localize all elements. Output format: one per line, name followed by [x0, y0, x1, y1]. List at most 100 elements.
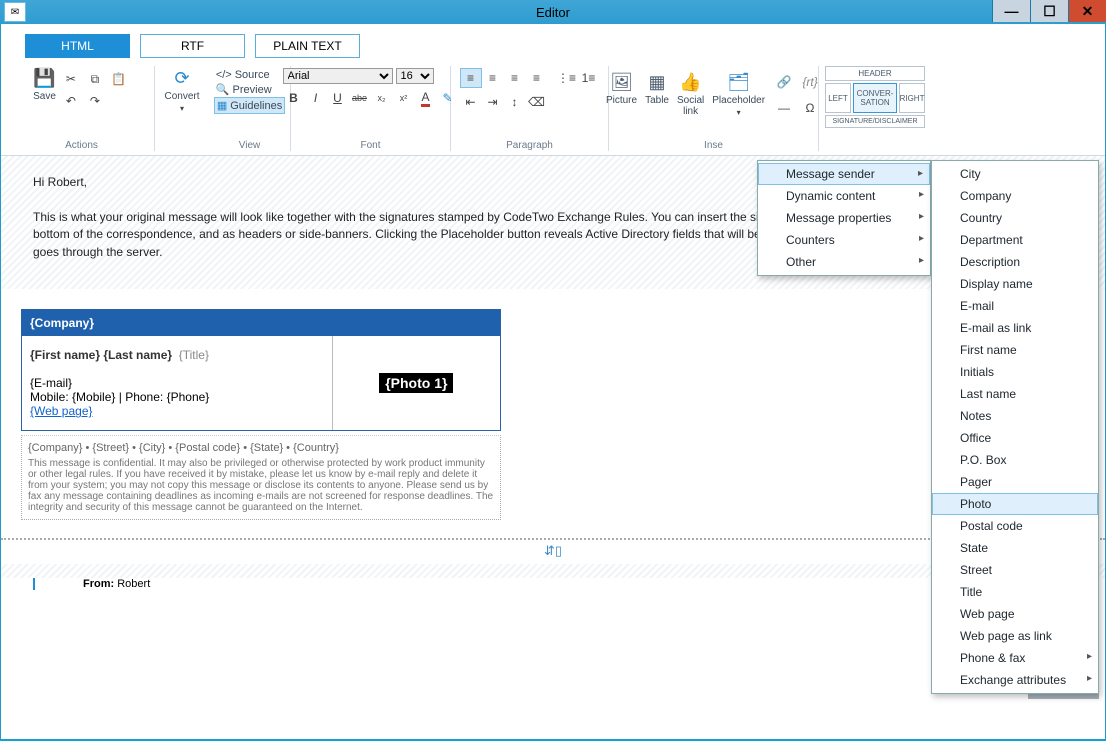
number-list-button[interactable]: 1≡	[578, 68, 600, 88]
menu-item-exchange-attributes[interactable]: Exchange attributes	[932, 669, 1098, 691]
tab-rtf[interactable]: RTF	[140, 34, 245, 58]
menu-item-last-name[interactable]: Last name	[932, 383, 1098, 405]
sig-disclaimer: This message is confidential. It may als…	[28, 458, 494, 513]
align-left-button[interactable]: ≡	[460, 68, 482, 88]
copy-button[interactable]: ⧉	[84, 69, 106, 89]
table-button[interactable]: ▦Table	[645, 70, 669, 106]
window-title: Editor	[536, 5, 570, 20]
layout-right[interactable]: RIGHT	[899, 83, 925, 113]
italic-button[interactable]: I	[305, 88, 327, 108]
format-tabs: HTML RTF PLAIN TEXT	[1, 24, 1105, 66]
menu-item-e-mail-as-link[interactable]: E-mail as link	[932, 317, 1098, 339]
menu-item-state[interactable]: State	[932, 537, 1098, 559]
menu-item-message-properties[interactable]: Message properties	[758, 207, 930, 229]
source-button[interactable]: </>Source	[214, 68, 272, 82]
group-label-paragraph: Paragraph	[506, 138, 553, 151]
menu-item-initials[interactable]: Initials	[932, 361, 1098, 383]
preview-button[interactable]: 🔍Preview	[214, 82, 274, 97]
menu-item-country[interactable]: Country	[932, 207, 1098, 229]
sig-last-name: {Last name}	[103, 348, 172, 362]
menu-item-web-page-as-link[interactable]: Web page as link	[932, 625, 1098, 647]
menu-item-first-name[interactable]: First name	[932, 339, 1098, 361]
superscript-button[interactable]: x²	[393, 88, 415, 108]
menu-item-phone-fax[interactable]: Phone & fax	[932, 647, 1098, 669]
menu-item-postal-code[interactable]: Postal code	[932, 515, 1098, 537]
menu-item-message-sender[interactable]: Message sender	[758, 163, 930, 185]
ribbon: 💾Save ✂ ⧉ 📋 ↶ ↷ Actions ⟳Convert▾	[1, 66, 1105, 156]
indent-button[interactable]: ⇥	[482, 92, 504, 112]
rt-placeholder-icon[interactable]: {rt}	[799, 72, 821, 92]
paste-button[interactable]: 📋	[108, 69, 130, 89]
close-button[interactable]: ✕	[1068, 0, 1106, 22]
redo-button[interactable]: ↷	[84, 91, 106, 111]
clear-format-button[interactable]: ⌫	[526, 92, 548, 112]
placeholder-button[interactable]: 🗂Placeholder▾	[712, 70, 765, 117]
menu-item-department[interactable]: Department	[932, 229, 1098, 251]
menu-item-title[interactable]: Title	[932, 581, 1098, 603]
menu-item-description[interactable]: Description	[932, 251, 1098, 273]
menu-item-p-o-box[interactable]: P.O. Box	[932, 449, 1098, 471]
window-controls: — ☐ ✕	[992, 0, 1106, 22]
bullet-list-button[interactable]: ⋮≡	[556, 68, 578, 88]
save-button[interactable]: 💾Save	[33, 66, 56, 102]
tab-html[interactable]: HTML	[25, 34, 130, 58]
link-icon[interactable]: 🔗	[773, 72, 795, 92]
message-sender-submenu[interactable]: CityCompanyCountryDepartmentDescriptionD…	[931, 160, 1099, 694]
sig-email: {E-mail}	[30, 376, 324, 390]
underline-button[interactable]: U	[327, 88, 349, 108]
line-spacing-button[interactable]: ↕	[504, 92, 526, 112]
hr-button[interactable]: —	[773, 98, 795, 118]
layout-signature[interactable]: SIGNATURE/DISCLAIMER	[825, 115, 925, 128]
font-size-select[interactable]: 16	[396, 68, 434, 84]
group-label-actions: Actions	[65, 138, 98, 151]
convert-button[interactable]: ⟳Convert▾	[164, 66, 199, 113]
signature-company: {Company}	[22, 310, 500, 336]
signature-footer: {Company} • {Street} • {City} • {Postal …	[21, 435, 501, 520]
layout-header[interactable]: HEADER	[825, 66, 925, 81]
placeholder-menu[interactable]: Message senderDynamic contentMessage pro…	[757, 160, 931, 276]
title-bar: ✉ Editor — ☐ ✕	[0, 0, 1106, 24]
picture-button[interactable]: 🖼Picture	[606, 70, 637, 106]
outdent-button[interactable]: ⇤	[460, 92, 482, 112]
app-icon: ✉	[4, 2, 26, 22]
menu-item-pager[interactable]: Pager	[932, 471, 1098, 493]
strike-button[interactable]: abe	[349, 88, 371, 108]
subscript-button[interactable]: x₂	[371, 88, 393, 108]
maximize-button[interactable]: ☐	[1030, 0, 1068, 22]
symbol-button[interactable]: Ω	[799, 98, 821, 118]
menu-item-company[interactable]: Company	[932, 185, 1098, 207]
sig-webpage[interactable]: {Web page}	[30, 404, 93, 418]
align-justify-button[interactable]: ≡	[526, 68, 548, 88]
font-family-select[interactable]: Arial	[283, 68, 393, 84]
menu-item-web-page[interactable]: Web page	[932, 603, 1098, 625]
font-color-button[interactable]: A	[415, 88, 437, 108]
sig-address: {Company} • {Street} • {City} • {Postal …	[28, 442, 494, 454]
group-label-font: Font	[360, 138, 380, 151]
cut-button[interactable]: ✂	[60, 69, 82, 89]
menu-item-counters[interactable]: Counters	[758, 229, 930, 251]
insert-here-icon[interactable]: ⇵▯	[540, 543, 566, 559]
menu-item-street[interactable]: Street	[932, 559, 1098, 581]
layout-left[interactable]: LEFT	[825, 83, 851, 113]
bold-button[interactable]: B	[283, 88, 305, 108]
guidelines-button[interactable]: ▦Guidelines	[214, 97, 285, 114]
group-label-insert: Inse	[704, 138, 723, 151]
menu-item-photo[interactable]: Photo	[932, 493, 1098, 515]
align-center-button[interactable]: ≡	[482, 68, 504, 88]
menu-item-other[interactable]: Other	[758, 251, 930, 273]
sig-title: {Title}	[179, 348, 209, 362]
social-link-button[interactable]: 👍Social link	[677, 70, 704, 117]
menu-item-city[interactable]: City	[932, 163, 1098, 185]
undo-button[interactable]: ↶	[60, 91, 82, 111]
minimize-button[interactable]: —	[992, 0, 1030, 22]
menu-item-e-mail[interactable]: E-mail	[932, 295, 1098, 317]
menu-item-display-name[interactable]: Display name	[932, 273, 1098, 295]
align-right-button[interactable]: ≡	[504, 68, 526, 88]
signature-card[interactable]: {Company} {First name} {Last name} {Titl…	[21, 309, 501, 431]
menu-item-office[interactable]: Office	[932, 427, 1098, 449]
menu-item-notes[interactable]: Notes	[932, 405, 1098, 427]
sig-photo-placeholder[interactable]: {Photo 1}	[379, 373, 453, 393]
menu-item-dynamic-content[interactable]: Dynamic content	[758, 185, 930, 207]
tab-plaintext[interactable]: PLAIN TEXT	[255, 34, 360, 58]
layout-conversation[interactable]: CONVER- SATION	[853, 83, 897, 113]
